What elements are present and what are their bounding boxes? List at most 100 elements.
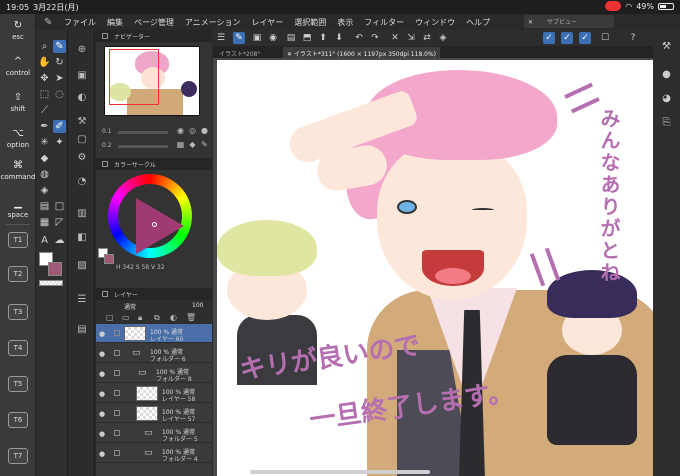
color-history-icon[interactable]: ◔ xyxy=(76,176,88,188)
layer-checkbox[interactable] xyxy=(114,350,120,356)
visibility-eye-icon[interactable]: ● xyxy=(99,350,105,358)
ruler-icon[interactable]: ◸ xyxy=(53,216,66,229)
clip-icon[interactable]: ⧉ xyxy=(154,313,160,323)
fill-icon[interactable]: ◈ xyxy=(38,184,51,197)
sub-tool-icon[interactable]: ▣ xyxy=(76,70,88,82)
move-icon[interactable]: ✥ xyxy=(38,72,51,85)
import-icon[interactable]: ⬇ xyxy=(333,32,345,44)
panel-menu-icon[interactable] xyxy=(102,161,108,167)
layer-checkbox[interactable] xyxy=(114,430,120,436)
history-icon[interactable]: ⚒ xyxy=(76,116,88,128)
selection-icon[interactable]: ⬚ xyxy=(38,88,51,101)
brush-size-slider[interactable] xyxy=(118,131,168,134)
app-logo-icon[interactable]: ✎ xyxy=(44,17,58,28)
option-key[interactable]: ⌥ option xyxy=(0,128,36,149)
snap-icon[interactable]: ✓ xyxy=(579,32,591,44)
menu-file[interactable]: ファイル xyxy=(64,17,96,28)
new-layer-icon[interactable]: ▢ xyxy=(106,313,114,322)
export-icon[interactable]: ⬆ xyxy=(317,32,329,44)
hamburger-menu-icon[interactable]: ☰ xyxy=(215,32,227,44)
tab-key-t1[interactable]: T1 xyxy=(8,232,28,248)
rotate-icon[interactable]: ↻ xyxy=(53,56,66,69)
layer-checkbox[interactable] xyxy=(114,450,120,456)
text-icon[interactable]: A xyxy=(38,234,51,247)
panel-menu-icon[interactable] xyxy=(102,33,108,39)
brush-shape-icon[interactable]: ● xyxy=(200,126,209,135)
new-canvas-icon[interactable]: ▣ xyxy=(251,32,263,44)
brush-option-icon[interactable]: ◉ xyxy=(176,126,185,135)
brush-icon[interactable]: ✐ xyxy=(53,120,66,133)
menu-help[interactable]: ヘルプ xyxy=(466,17,490,28)
pen-pressure-icon[interactable]: ✓ xyxy=(561,32,573,44)
layer-checkbox[interactable] xyxy=(114,390,120,396)
canvas-tool-icon[interactable]: ✎ xyxy=(233,32,245,44)
clear-icon[interactable]: ✕ xyxy=(389,32,401,44)
esc-key[interactable]: ↻ esc xyxy=(0,20,36,41)
layer-checkbox[interactable] xyxy=(114,330,120,336)
zoom-icon[interactable]: ⌕ xyxy=(38,40,51,53)
layer-property-panel-icon[interactable]: ⎘ xyxy=(660,116,673,129)
color-picker-marker[interactable] xyxy=(152,222,157,227)
artwork-canvas[interactable]: みんなありがとね キリが良いので 一旦終了します。 xyxy=(217,60,653,476)
brush-size-icon[interactable]: ● xyxy=(660,68,673,81)
brush-density-slider[interactable] xyxy=(118,145,168,148)
panel-menu-icon[interactable] xyxy=(102,291,108,297)
3d-icon[interactable]: ▢ xyxy=(76,134,88,146)
command-key[interactable]: ⌘ command xyxy=(0,160,36,181)
stabilize-icon[interactable]: ✓ xyxy=(543,32,555,44)
menu-selection[interactable]: 選択範囲 xyxy=(294,17,326,28)
figure-icon[interactable]: □ xyxy=(53,200,66,213)
pen-icon[interactable]: ✒ xyxy=(38,120,51,133)
fill-command-icon[interactable]: ◈ xyxy=(437,32,449,44)
layer-header[interactable]: レイヤー xyxy=(96,288,212,300)
layer-property-icon[interactable]: ☰ xyxy=(76,294,88,306)
tab-key-t2[interactable]: T2 xyxy=(8,266,28,282)
layer-row[interactable]: ● ▭ 100 % 通常 フォルダー 8 xyxy=(96,364,212,383)
quick-access-icon[interactable]: ☐ xyxy=(599,32,611,44)
transparent-color-swatch[interactable] xyxy=(39,280,63,286)
shift-key[interactable]: ⇧ shift xyxy=(0,92,36,113)
undo-icon[interactable]: ↶ xyxy=(353,32,365,44)
menu-view[interactable]: 表示 xyxy=(337,17,353,28)
color-wheel[interactable] xyxy=(108,174,192,258)
new-folder-icon[interactable]: ▭ xyxy=(122,313,130,322)
tab-illustration-311[interactable]: ✕ イラスト*311° (1600 × 1197px 350dpi 118.0%… xyxy=(283,47,441,58)
visibility-eye-icon[interactable]: ● xyxy=(99,450,105,458)
visibility-eye-icon[interactable]: ● xyxy=(99,330,105,338)
object-icon[interactable]: ➤ xyxy=(53,72,66,85)
menu-filter[interactable]: フィルター xyxy=(364,17,404,28)
intermediate-color-icon[interactable]: ◧ xyxy=(76,232,88,244)
layer-row[interactable]: ● ▭ 100 % 通常 フォルダー 5 xyxy=(96,424,212,443)
menu-edit[interactable]: 編集 xyxy=(107,17,123,28)
space-key[interactable]: ▁ space xyxy=(0,198,36,219)
pen-tool-icon[interactable]: ✎ xyxy=(53,40,66,53)
layer-row[interactable]: ● 100 % 通常 レイヤー 60 xyxy=(96,324,212,343)
subview-panel[interactable]: ✕ サブビュー xyxy=(524,15,614,28)
mask-icon[interactable]: ◐ xyxy=(170,313,177,322)
brush-edit-icon[interactable]: ✎ xyxy=(200,140,209,149)
layer-checkbox[interactable] xyxy=(114,410,120,416)
wheel-sub-swatch[interactable] xyxy=(104,254,114,264)
layer-checkbox[interactable] xyxy=(114,370,120,376)
balloon-icon[interactable]: ☁ xyxy=(53,234,66,247)
menu-window[interactable]: ウィンドウ xyxy=(415,17,455,28)
save-icon[interactable]: ⬒ xyxy=(301,32,313,44)
help-icon[interactable]: ? xyxy=(627,32,639,44)
layer-row[interactable]: ● ▭ 100 % 通常 フォルダー 6 xyxy=(96,344,212,363)
tool-property-icon[interactable]: ⚒ xyxy=(660,40,673,53)
redo-icon[interactable]: ↷ xyxy=(369,32,381,44)
brush-stabilizer-icon[interactable]: ◎ xyxy=(188,126,197,135)
approx-color-icon[interactable]: ▨ xyxy=(76,260,88,272)
menu-layer[interactable]: レイヤー xyxy=(252,17,284,28)
tab-illustration-208[interactable]: イラスト*208° xyxy=(215,47,264,58)
material-panel-icon[interactable]: ◕ xyxy=(660,92,673,105)
menu-page[interactable]: ページ管理 xyxy=(134,17,174,28)
home-indicator[interactable] xyxy=(250,470,430,474)
tab-key-t7[interactable]: T7 xyxy=(8,448,28,464)
tab-key-t3[interactable]: T3 xyxy=(8,304,28,320)
settings-icon[interactable]: ⚙ xyxy=(76,152,88,164)
frame-icon[interactable]: ▦ xyxy=(38,216,51,229)
brush-tip-icon[interactable]: ◆ xyxy=(188,140,197,149)
visibility-eye-icon[interactable]: ● xyxy=(99,430,105,438)
sub-color-swatch[interactable] xyxy=(48,262,62,276)
